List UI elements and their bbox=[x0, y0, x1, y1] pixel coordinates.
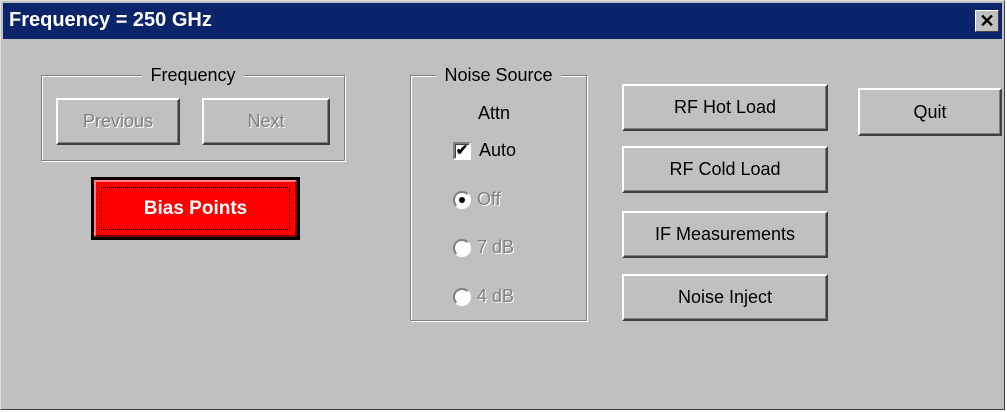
noise-source-legend-text: Noise Source bbox=[436, 65, 561, 85]
close-button[interactable]: ✕ bbox=[975, 10, 999, 32]
radio-7db[interactable]: 7 dB bbox=[453, 237, 514, 258]
rf-cold-load-button[interactable]: RF Cold Load bbox=[622, 146, 828, 193]
radio-7db-label: 7 dB bbox=[477, 237, 515, 257]
bias-points-button[interactable]: Bias Points bbox=[91, 177, 300, 240]
title-bar[interactable]: Frequency = 250 GHz ✕ bbox=[3, 3, 1002, 39]
next-button[interactable]: Next bbox=[202, 98, 330, 145]
radio-4db-circle[interactable] bbox=[453, 287, 471, 306]
if-measurements-button[interactable]: IF Measurements bbox=[622, 211, 828, 258]
dialog-body: Frequency Previous Next Bias Points Nois… bbox=[3, 39, 1002, 407]
bias-points-label: Bias Points bbox=[94, 180, 297, 237]
noise-source-group-legend: Noise Source bbox=[410, 65, 587, 86]
radio-off[interactable]: Off bbox=[453, 189, 501, 210]
close-icon: ✕ bbox=[979, 10, 995, 31]
previous-button[interactable]: Previous bbox=[56, 98, 180, 145]
auto-checkbox-box[interactable]: ✔ bbox=[453, 141, 471, 160]
dialog-window: Frequency = 250 GHz ✕ Frequency Previous… bbox=[0, 0, 1005, 410]
auto-checkbox[interactable]: ✔ Auto bbox=[453, 140, 516, 161]
rf-hot-load-button[interactable]: RF Hot Load bbox=[622, 84, 828, 131]
noise-inject-button[interactable]: Noise Inject bbox=[622, 274, 828, 321]
quit-button[interactable]: Quit bbox=[858, 88, 1002, 136]
radio-selected-dot bbox=[459, 196, 465, 203]
frequency-group-legend: Frequency bbox=[41, 65, 345, 86]
window-title: Frequency = 250 GHz bbox=[9, 9, 212, 31]
checkmark-icon: ✔ bbox=[455, 142, 469, 159]
radio-7db-circle[interactable] bbox=[453, 238, 471, 257]
attn-label: Attn bbox=[478, 103, 511, 123]
radio-4db-label: 4 dB bbox=[477, 286, 515, 306]
frequency-legend-text: Frequency bbox=[142, 65, 244, 85]
auto-checkbox-label: Auto bbox=[479, 140, 517, 160]
radio-off-label: Off bbox=[477, 189, 501, 209]
radio-4db[interactable]: 4 dB bbox=[453, 286, 514, 307]
radio-off-circle[interactable] bbox=[453, 190, 471, 209]
